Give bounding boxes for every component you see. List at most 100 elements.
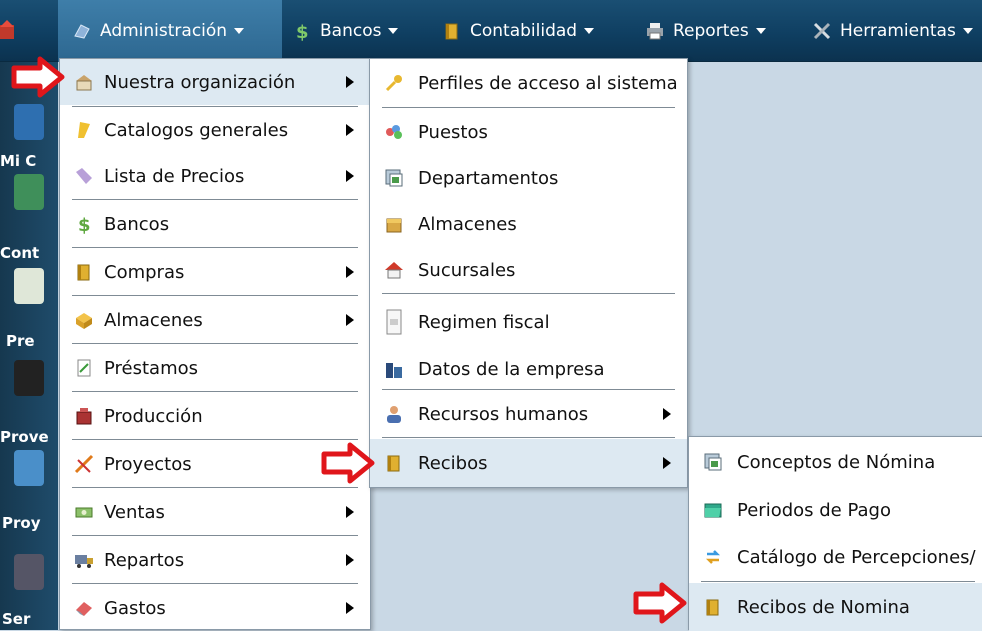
menu-item-recibos-de-nomina[interactable]: Recibos de Nomina bbox=[689, 583, 982, 631]
contabilidad-icon[interactable] bbox=[14, 174, 44, 210]
user-icon bbox=[387, 406, 401, 423]
proyectos-icon[interactable] bbox=[14, 450, 44, 486]
submenu-arrow-icon bbox=[663, 408, 671, 420]
menu-reportes[interactable]: Reportes bbox=[645, 0, 766, 62]
truck-icon bbox=[75, 555, 93, 568]
menu-herramientas[interactable]: Herramientas bbox=[812, 0, 973, 62]
building-icon bbox=[76, 75, 92, 91]
cash-icon bbox=[75, 507, 93, 518]
menu-item-label: Puestos bbox=[418, 121, 488, 143]
submenu-arrow-icon bbox=[346, 554, 354, 566]
desktop-label[interactable]: Pre bbox=[6, 332, 35, 350]
app-home-icon[interactable] bbox=[0, 19, 22, 41]
menu-item-prestamos[interactable]: Préstamos bbox=[60, 345, 370, 391]
menu-item-almacenes[interactable]: Almacenes bbox=[60, 297, 370, 343]
menu-item-label: Catalogos generales bbox=[104, 119, 289, 141]
menu-item-recibos[interactable]: Recibos bbox=[370, 439, 687, 487]
menu-bancos[interactable]: $ Bancos bbox=[292, 0, 399, 62]
servicios-icon[interactable] bbox=[14, 554, 44, 590]
menu-label: Herramientas bbox=[840, 21, 956, 41]
menu-administracion[interactable]: Administración bbox=[58, 0, 282, 62]
menu-item-lista-de-precios[interactable]: Lista de Precios bbox=[60, 153, 370, 199]
book-icon bbox=[706, 599, 719, 616]
nuestra-organizacion-submenu: Perfiles de acceso al sistema Puestos De… bbox=[369, 58, 688, 488]
menu-item-recursos-humanos[interactable]: Recursos humanos bbox=[370, 391, 687, 437]
exchange-icon bbox=[705, 550, 721, 564]
menu-label: Contabilidad bbox=[470, 21, 578, 41]
separator bbox=[72, 583, 358, 584]
red-arrow-icon bbox=[321, 442, 375, 484]
submenu-arrow-icon bbox=[663, 457, 671, 469]
separator bbox=[382, 107, 675, 108]
menu-item-label: Periodos de Pago bbox=[737, 499, 891, 521]
chevron-down-icon bbox=[584, 28, 595, 34]
menu-item-label: Departamentos bbox=[418, 167, 559, 189]
menu-label: Reportes bbox=[673, 21, 749, 41]
menu-item-puestos[interactable]: Puestos bbox=[370, 109, 687, 155]
separator bbox=[382, 437, 675, 438]
desktop-label[interactable]: Ser bbox=[2, 610, 30, 628]
menu-item-datos-de-la-empresa[interactable]: Datos de la empresa bbox=[370, 349, 687, 389]
menu-item-bancos[interactable]: $ Bancos bbox=[60, 201, 370, 247]
desktop-label[interactable]: Proy bbox=[2, 514, 40, 532]
menu-item-label: Compras bbox=[104, 261, 185, 283]
separator bbox=[382, 389, 675, 390]
chevron-down-icon bbox=[234, 28, 245, 34]
separator bbox=[72, 247, 358, 248]
computer-icon[interactable] bbox=[14, 104, 44, 140]
printer-icon bbox=[647, 23, 663, 40]
menu-item-label: Recibos bbox=[418, 452, 488, 474]
menu-contabilidad[interactable]: Contabilidad bbox=[442, 0, 595, 62]
folder-open-icon bbox=[704, 503, 722, 518]
menu-label: Administración bbox=[100, 21, 228, 41]
separator bbox=[72, 295, 358, 296]
menu-item-catalogos-generales[interactable]: Catalogos generales bbox=[60, 107, 370, 153]
menu-item-label: Préstamos bbox=[104, 357, 199, 379]
buildings-icon bbox=[386, 363, 402, 378]
dollar-icon: $ bbox=[78, 215, 91, 234]
menu-item-perfiles-de-acceso[interactable]: Perfiles de acceso al sistema bbox=[370, 59, 687, 107]
desktop-label[interactable]: Prove bbox=[0, 428, 49, 446]
eraser-icon bbox=[76, 602, 92, 616]
box-icon bbox=[76, 313, 92, 329]
menu-item-almacenes[interactable]: Almacenes bbox=[370, 201, 687, 247]
menu-item-regimen-fiscal[interactable]: Regimen fiscal bbox=[370, 295, 687, 349]
menu-item-periodos-de-pago[interactable]: Periodos de Pago bbox=[689, 487, 982, 533]
separator bbox=[382, 293, 675, 294]
menu-item-conceptos-de-nomina[interactable]: Conceptos de Nómina bbox=[689, 437, 982, 487]
document-icon bbox=[386, 309, 402, 335]
desktop-label[interactable]: Cont bbox=[0, 244, 39, 262]
book-icon bbox=[445, 23, 458, 40]
menu-item-label: Perfiles de acceso al sistema bbox=[418, 72, 678, 94]
menu-item-sucursales[interactable]: Sucursales bbox=[370, 247, 687, 293]
menu-item-label: Lista de Precios bbox=[104, 165, 245, 187]
menu-item-catalogo-de-percepciones[interactable]: Catálogo de Percepciones/ bbox=[689, 533, 982, 581]
red-arrow-icon bbox=[11, 56, 65, 98]
menu-item-repartos[interactable]: Repartos bbox=[60, 537, 370, 583]
menu-item-ventas[interactable]: Ventas bbox=[60, 489, 370, 535]
menu-item-nuestra-organizacion[interactable]: Nuestra organización bbox=[60, 59, 370, 105]
key-icon bbox=[385, 75, 402, 92]
submenu-arrow-icon bbox=[346, 314, 354, 326]
menu-item-label: Bancos bbox=[104, 213, 170, 235]
menu-item-compras[interactable]: Compras bbox=[60, 249, 370, 295]
people-icon bbox=[386, 125, 402, 139]
menu-item-label: Recursos humanos bbox=[418, 403, 589, 425]
chevron-down-icon bbox=[962, 28, 973, 34]
menu-item-label: Proyectos bbox=[104, 453, 192, 475]
menubar: Administración $ Bancos Contabilidad Rep… bbox=[0, 0, 982, 62]
menu-item-gastos[interactable]: Gastos bbox=[60, 585, 370, 631]
dollar-icon: $ bbox=[296, 22, 309, 41]
prestamos-icon[interactable] bbox=[14, 268, 44, 304]
separator bbox=[72, 487, 358, 488]
folder-icon bbox=[78, 122, 90, 138]
separator bbox=[701, 581, 975, 582]
chevron-down-icon bbox=[388, 28, 399, 34]
menu-item-departamentos[interactable]: Departamentos bbox=[370, 155, 687, 201]
desktop-label[interactable]: Mi C bbox=[0, 152, 36, 170]
menu-item-label: Nuestra organización bbox=[104, 71, 296, 93]
menu-item-label: Gastos bbox=[104, 597, 166, 619]
window-icon bbox=[704, 453, 722, 471]
menu-item-produccion[interactable]: Producción bbox=[60, 393, 370, 439]
proveedores-icon[interactable] bbox=[14, 360, 44, 396]
